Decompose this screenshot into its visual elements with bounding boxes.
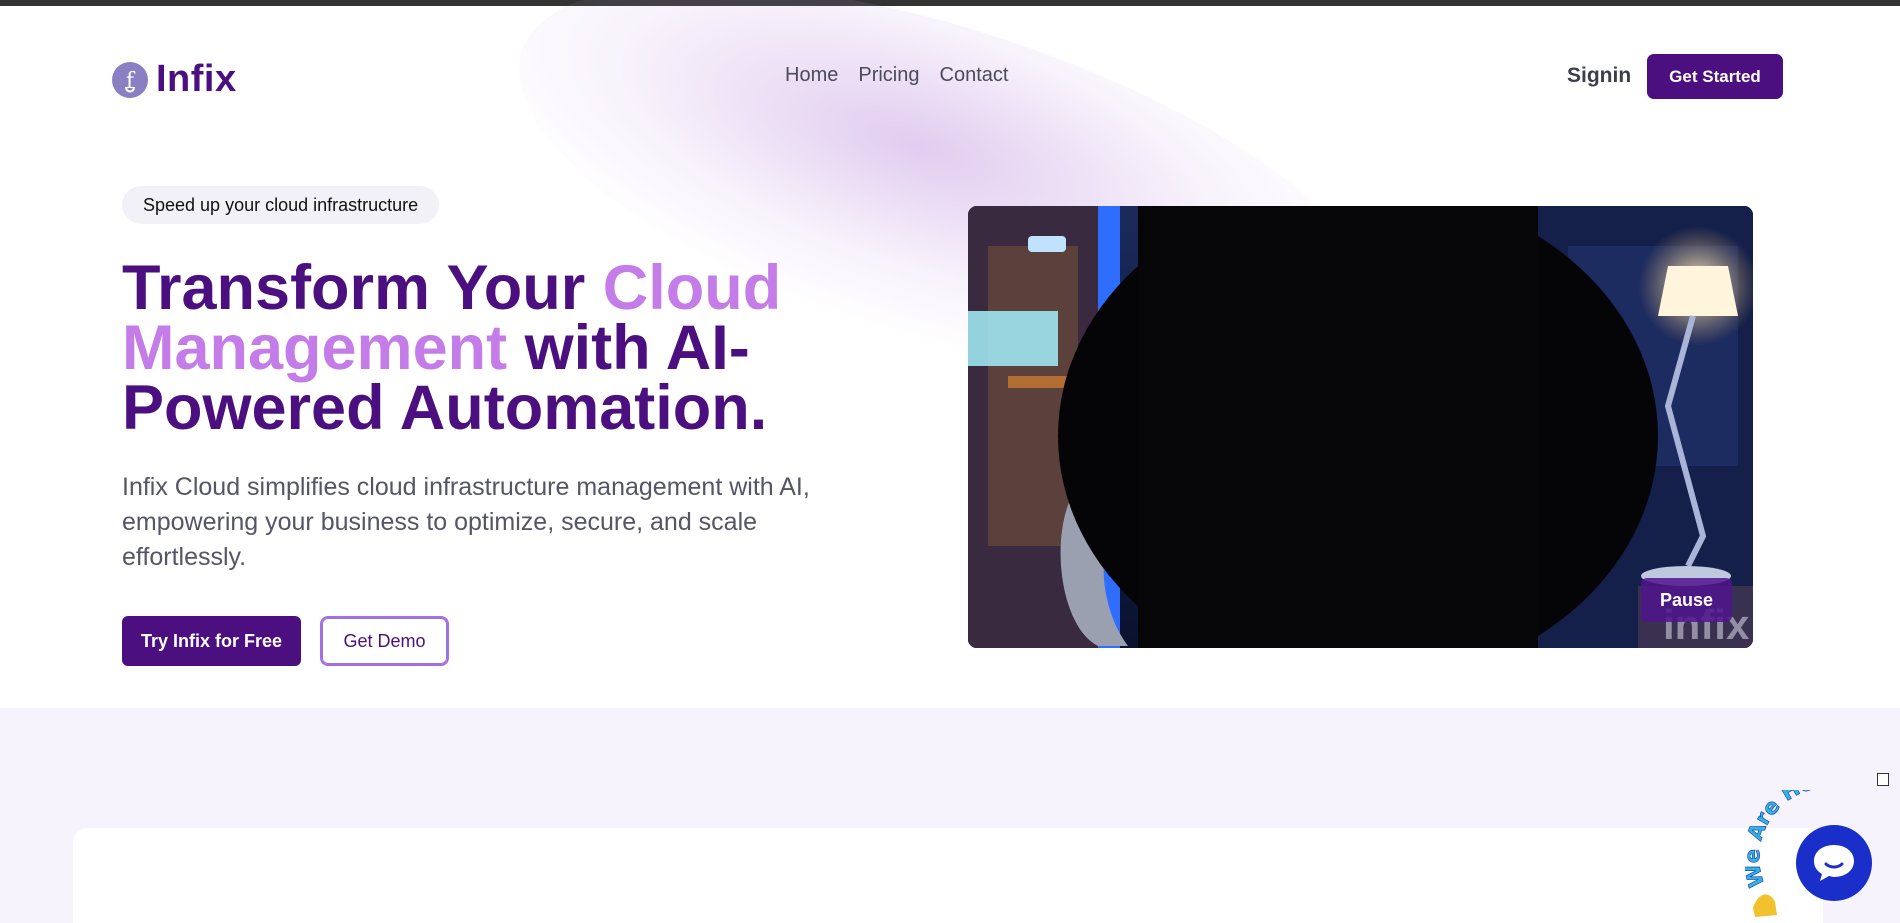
video-frame-scene: [968, 206, 1753, 648]
signin-link[interactable]: Signin: [1567, 64, 1631, 88]
hero-description: Infix Cloud simplifies cloud infrastruct…: [122, 473, 810, 571]
get-demo-button[interactable]: Get Demo: [320, 616, 449, 666]
get-started-button[interactable]: Get Started: [1647, 54, 1783, 99]
brand-logo[interactable]: f Infix: [112, 58, 237, 101]
infix-logo-icon: f: [112, 61, 148, 98]
main-nav: Home Pricing Contact: [785, 64, 1008, 87]
features-card: [73, 828, 1823, 923]
chat-icon: [1814, 845, 1854, 881]
hero-title: Transform Your Cloud Management with AI-…: [122, 257, 882, 440]
close-widget-icon[interactable]: [1877, 773, 1889, 786]
site-header: f Infix Home Pricing Contact Signin Get …: [0, 6, 1900, 146]
try-free-button[interactable]: Try Infix for Free: [122, 616, 301, 666]
hero-tagline-pill: Speed up your cloud infrastructure: [122, 186, 440, 224]
nav-pricing-link[interactable]: Pricing: [858, 64, 919, 87]
nav-contact-link[interactable]: Contact: [940, 64, 1009, 87]
chat-widget[interactable]: We Are Here!: [1740, 767, 1900, 923]
video-pause-button[interactable]: Pause: [1641, 578, 1732, 622]
brand-name: Infix: [156, 58, 237, 100]
hero-video[interactable]: infix Pause: [968, 206, 1753, 648]
nav-home-link[interactable]: Home: [785, 64, 838, 87]
chat-launcher-button[interactable]: [1796, 825, 1872, 901]
